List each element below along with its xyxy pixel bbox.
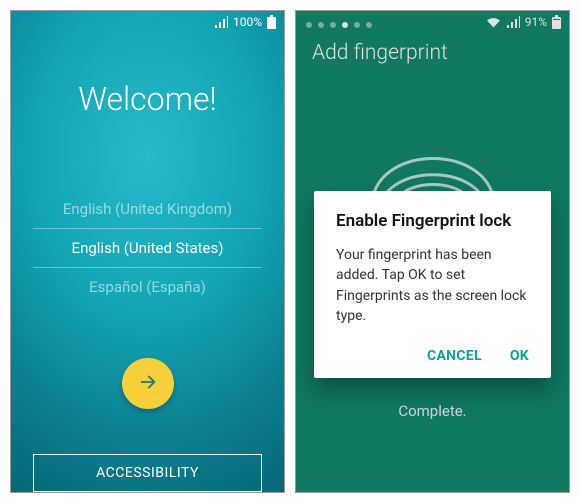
page-title: Welcome! xyxy=(11,80,284,118)
language-option[interactable]: English (United Kingdom) xyxy=(33,190,262,228)
language-option[interactable]: Español (España) xyxy=(33,268,262,306)
dialog-body: Your fingerprint has been added. Tap OK … xyxy=(336,245,529,326)
arrow-right-icon xyxy=(137,371,159,397)
cancel-button[interactable]: CANCEL xyxy=(427,348,482,364)
battery-percent: 100% xyxy=(233,15,262,29)
dialog-actions: CANCEL OK xyxy=(336,348,529,368)
accessibility-button[interactable]: ACCESSIBILITY xyxy=(33,454,262,492)
status-bar: 100% xyxy=(11,11,284,32)
fingerprint-screen: 91% Add fingerprint Complete. Enable Fin… xyxy=(295,10,570,493)
fingerprint-dialog: Enable Fingerprint lock Your fingerprint… xyxy=(314,191,551,378)
next-button[interactable] xyxy=(122,358,174,409)
signal-icon xyxy=(214,16,228,28)
dialog-title: Enable Fingerprint lock xyxy=(336,211,529,231)
ok-button[interactable]: OK xyxy=(510,348,529,364)
battery-icon xyxy=(267,15,276,29)
language-option-selected[interactable]: English (United States) xyxy=(33,228,262,268)
language-picker[interactable]: English (United Kingdom) English (United… xyxy=(11,190,284,306)
welcome-screen: 100% Welcome! English (United Kingdom) E… xyxy=(10,10,285,493)
